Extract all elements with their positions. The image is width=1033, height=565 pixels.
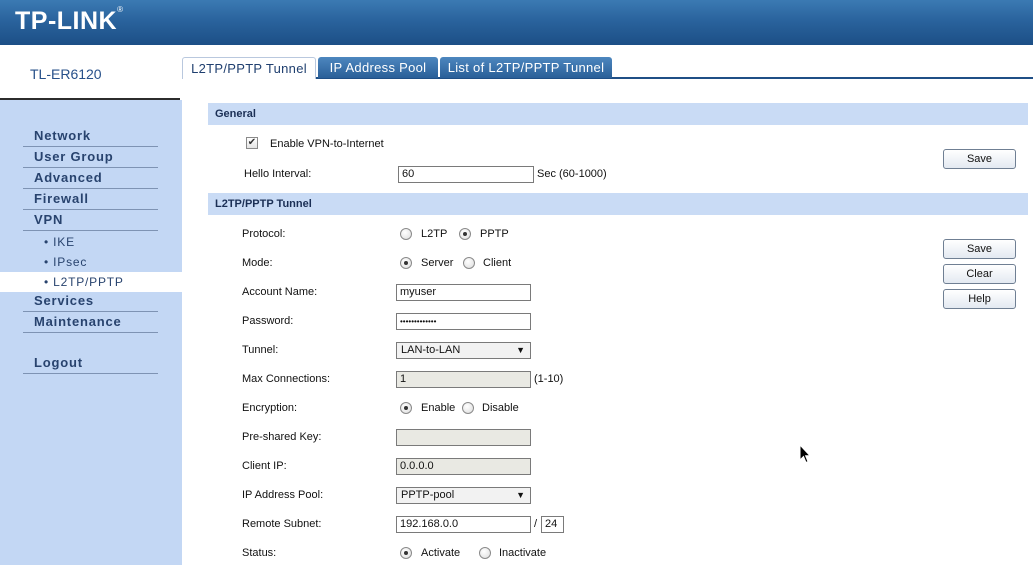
tunnel-label: Tunnel: xyxy=(242,344,279,356)
mode-server-radio[interactable] xyxy=(400,257,412,269)
section-general: General xyxy=(208,103,1028,125)
menu-advanced[interactable]: Advanced xyxy=(23,169,158,189)
brand-text: TP-LINK xyxy=(15,7,118,35)
submenu-l2tp-pptp[interactable]: • L2TP/PPTP xyxy=(0,272,182,292)
submenu-ike[interactable]: • IKE xyxy=(0,232,182,252)
status-activate-label: Activate xyxy=(421,547,461,559)
menu-vpn[interactable]: VPN xyxy=(23,211,158,231)
max-connections-input[interactable]: 1 xyxy=(396,371,531,388)
max-connections-hint: (1-10) xyxy=(534,373,564,385)
menu-network[interactable]: Network xyxy=(23,127,158,147)
menu-user-group[interactable]: User Group xyxy=(23,148,158,168)
account-name-input[interactable]: myuser xyxy=(396,284,531,301)
max-connections-label: Max Connections: xyxy=(242,373,331,385)
account-name-label: Account Name: xyxy=(242,286,318,298)
tab-ip-address-pool[interactable]: IP Address Pool xyxy=(318,57,438,78)
menu-maintenance[interactable]: Maintenance xyxy=(23,313,158,333)
subnet-separator: / xyxy=(534,518,538,530)
protocol-l2tp-radio[interactable] xyxy=(400,228,412,240)
encryption-disable-label: Disable xyxy=(482,402,519,414)
protocol-pptp-radio[interactable] xyxy=(459,228,471,240)
protocol-l2tp-label: L2TP xyxy=(421,228,448,240)
ip-address-pool-label: IP Address Pool: xyxy=(242,489,324,501)
encryption-enable-label: Enable xyxy=(421,402,456,414)
model-box: TL-ER6120 xyxy=(0,45,180,100)
hello-interval-hint: Sec (60-1000) xyxy=(537,168,607,180)
remote-subnet-mask-input[interactable]: 24 xyxy=(541,516,564,533)
dropdown-arrow-icon: ▼ xyxy=(516,345,525,355)
brand-mark: ® xyxy=(117,5,124,14)
top-header: TP-LINK® xyxy=(0,0,1033,45)
enable-vpn-label: Enable VPN-to-Internet xyxy=(270,138,384,150)
sidebar-menu: Network User Group Advanced Firewall VPN… xyxy=(0,100,182,565)
client-ip-input[interactable]: 0.0.0.0 xyxy=(396,458,531,475)
dropdown-arrow-icon: ▼ xyxy=(516,490,525,500)
menu-logout[interactable]: Logout xyxy=(23,354,158,374)
mode-client-radio[interactable] xyxy=(463,257,475,269)
status-label: Status: xyxy=(242,547,277,559)
tunnel-save-button[interactable]: Save xyxy=(943,239,1016,259)
remote-subnet-label: Remote Subnet: xyxy=(242,518,322,530)
status-inactivate-radio[interactable] xyxy=(479,547,491,559)
menu-firewall[interactable]: Firewall xyxy=(23,190,158,210)
hello-interval-label: Hello Interval: xyxy=(244,168,312,180)
password-label: Password: xyxy=(242,315,294,327)
tplink-logo: TP-LINK® xyxy=(15,5,124,36)
mouse-cursor-icon xyxy=(799,444,811,464)
hello-interval-input[interactable]: 60 xyxy=(398,166,534,183)
mode-client-label: Client xyxy=(483,257,512,269)
client-ip-label: Client IP: xyxy=(242,460,287,472)
tunnel-help-button[interactable]: Help xyxy=(943,289,1016,309)
section-tunnel: L2TP/PPTP Tunnel xyxy=(208,193,1028,215)
protocol-label: Protocol: xyxy=(242,228,286,240)
protocol-pptp-label: PPTP xyxy=(480,228,509,240)
menu-services[interactable]: Services xyxy=(23,292,158,312)
mode-label: Mode: xyxy=(242,257,273,269)
pre-shared-key-input[interactable] xyxy=(396,429,531,446)
status-inactivate-label: Inactivate xyxy=(499,547,547,559)
status-activate-radio[interactable] xyxy=(400,547,412,559)
model-name: TL-ER6120 xyxy=(30,66,102,82)
tunnel-select-value: LAN-to-LAN xyxy=(401,344,461,356)
remote-subnet-input[interactable]: 192.168.0.0 xyxy=(396,516,531,533)
tab-l2tp-pptp-tunnel[interactable]: L2TP/PPTP Tunnel xyxy=(182,57,316,79)
tunnel-clear-button[interactable]: Clear xyxy=(943,264,1016,284)
submenu-ipsec[interactable]: • IPsec xyxy=(0,252,182,272)
ip-address-pool-value: PPTP-pool xyxy=(401,489,455,501)
tab-list-of-tunnels[interactable]: List of L2TP/PPTP Tunnel xyxy=(440,57,612,78)
ip-address-pool-select[interactable]: PPTP-pool ▼ xyxy=(396,487,531,504)
pre-shared-key-label: Pre-shared Key: xyxy=(242,431,322,443)
tunnel-select[interactable]: LAN-to-LAN ▼ xyxy=(396,342,531,359)
mode-server-label: Server xyxy=(421,257,454,269)
encryption-disable-radio[interactable] xyxy=(462,402,474,414)
encryption-label: Encryption: xyxy=(242,402,298,414)
encryption-enable-radio[interactable] xyxy=(400,402,412,414)
enable-vpn-checkbox[interactable]: ✔ xyxy=(246,137,258,149)
general-save-button[interactable]: Save xyxy=(943,149,1016,169)
password-input[interactable]: ••••••••••••• xyxy=(396,313,531,330)
